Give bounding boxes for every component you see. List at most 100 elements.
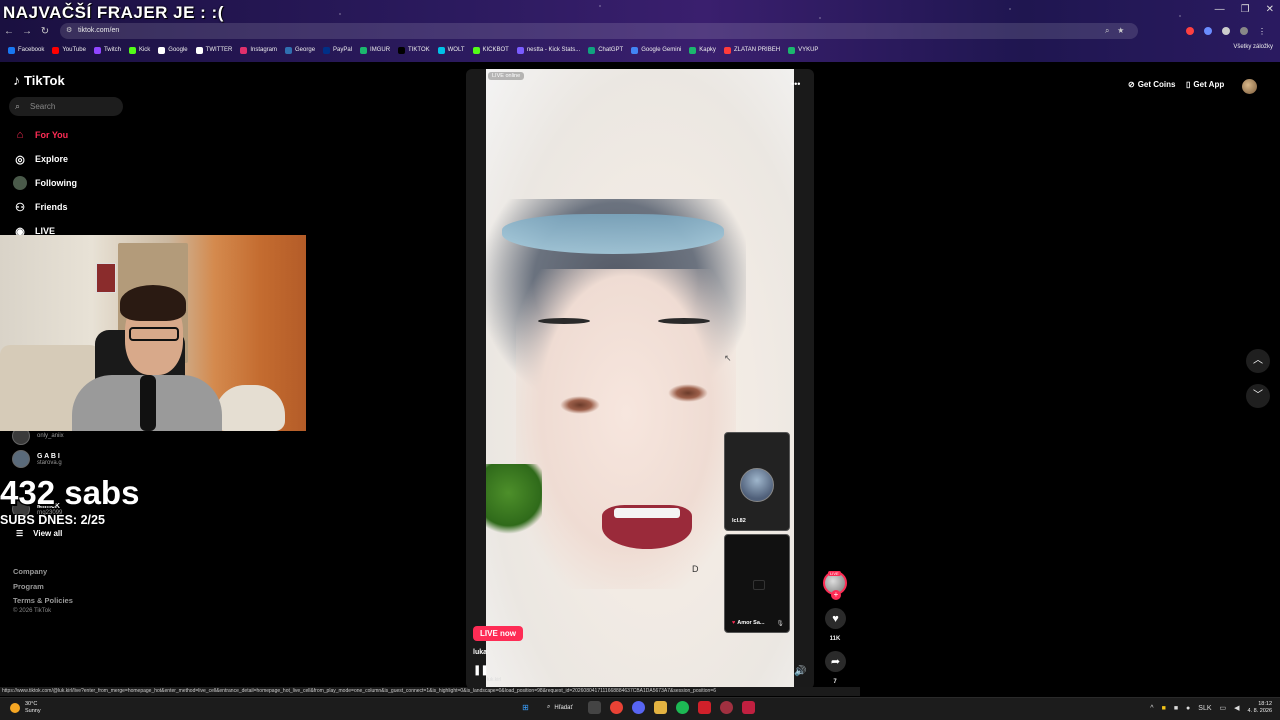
bookmark-item[interactable]: nestta - Kick Stats... [516,46,581,54]
language-indicator[interactable]: SLK [1198,705,1211,712]
extension-icon[interactable] [1222,27,1230,35]
discord-icon[interactable] [631,701,645,714]
obs-app-icon[interactable] [741,701,755,714]
network-icon[interactable]: ▭ [1220,704,1227,712]
creator-handle[interactable]: luk.kirl [487,677,501,683]
get-app-button[interactable]: ▯ Get App [1186,80,1224,89]
taskbar-search[interactable]: ⌕ Hľadať [541,704,579,711]
microphone [140,375,156,431]
spotify-icon[interactable] [675,701,689,714]
guest-tile[interactable]: lcl.82 [724,432,790,531]
bookmark-item[interactable]: Google [158,46,188,54]
live-online-badge: LIVE online [488,72,525,80]
bookmark-item[interactable]: TIKTOK [398,46,430,54]
footer-terms-link[interactable]: Terms & Policies [13,594,73,609]
minimize-icon[interactable]: — [1215,4,1225,15]
footer-company-link[interactable]: Company [13,565,73,580]
bookmark-favicon-icon [689,46,697,54]
bookmark-item[interactable]: Instagram [240,46,277,54]
bookmark-item[interactable]: Facebook [8,46,44,54]
bookmark-label: TIKTOK [408,47,430,53]
bookmark-label: VYKUP [798,47,819,53]
bookmark-favicon-icon [128,46,136,54]
windows-start-icon[interactable]: ⊞ [519,701,532,714]
bookmark-item[interactable]: Google Gemini [631,46,681,54]
like-heart-icon[interactable]: ♥ [825,608,846,629]
profile-avatar[interactable] [1242,79,1257,94]
taskbar-search-label: Hľadať [554,704,573,711]
creator-name[interactable]: luka [473,649,487,656]
bookmark-item[interactable]: ZLATAN PRIBEH [723,46,780,54]
bookmark-star-icon[interactable]: ⌕★ [1105,23,1132,39]
tiktok-note-icon: ♪ [13,72,20,88]
bookmark-favicon-icon [52,46,60,54]
bookmark-item[interactable]: ChatGPT [588,46,623,54]
search-input[interactable]: ⌕ Search [9,97,123,116]
close-icon[interactable]: ✕ [1266,4,1274,15]
mic-muted-icon: 🎙 [776,621,784,627]
video-eye [560,396,600,414]
browser-app-icon[interactable] [719,701,733,714]
video-plant [486,464,542,536]
bookmark-item[interactable]: IMGUR [360,46,390,54]
bookmark-label: nestta - Kick Stats... [526,47,581,53]
url-bar[interactable]: ⚙ tiktok.com/en ⌕★ [60,23,1138,39]
file-explorer-icon[interactable] [653,701,667,714]
task-view-icon[interactable] [587,701,601,714]
profile-icon[interactable] [1240,27,1248,35]
tray-app-icon[interactable]: ■ [1162,705,1166,712]
forward-icon[interactable]: → [18,26,36,37]
more-options-icon[interactable]: ••• [791,79,800,89]
footer-program-link[interactable]: Program [13,580,73,595]
app-icon[interactable] [697,701,711,714]
nav-explore[interactable]: ◎ Explore [13,152,68,166]
extension-icon[interactable] [1186,27,1194,35]
pause-icon[interactable]: ❚❚ [473,665,489,676]
maximize-icon[interactable]: ❐ [1241,4,1250,15]
speaker-icon[interactable]: ◀ [1234,704,1239,712]
bookmark-label: Kapky [699,47,716,53]
taskbar: 30°C Sunny ⊞ ⌕ Hľadať ^ ■ ■ ● SLK ▭ ◀ 18… [0,697,1280,720]
all-bookmarks-link[interactable]: Všetky záložky [1233,44,1273,50]
live-now-badge[interactable]: LIVE now [473,626,523,641]
followed-account[interactable]: G A B I starova.g [12,450,62,468]
nav-for-you[interactable]: ⌂ For You [13,128,69,142]
tray-app-icon[interactable]: ■ [1174,705,1178,712]
tiktok-logo[interactable]: ♪ TikTok [13,72,65,88]
bookmark-item[interactable]: KICKBOT [472,46,509,54]
follow-plus-icon[interactable]: + [831,590,841,600]
site-info-icon[interactable]: ⚙ [66,23,72,39]
time: 18:12 [1258,701,1272,707]
bookmark-item[interactable]: Twitch [93,46,121,54]
reload-icon[interactable]: ↻ [36,26,54,37]
bookmark-item[interactable]: YouTube [52,46,86,54]
temperature: 30°C [25,701,38,707]
bookmark-item[interactable]: VYKUP [788,46,819,54]
nav-following[interactable]: Following [13,176,77,190]
view-all-button[interactable]: ☰ View all [16,529,62,538]
share-arrow-icon[interactable]: ➦ [825,651,846,672]
back-icon[interactable]: ← [0,26,18,37]
bookmark-item[interactable]: Kapky [689,46,716,54]
bookmark-item[interactable]: Kick [128,46,151,54]
bookmark-item[interactable]: WOLT [437,46,465,54]
previous-video-chevron-up-icon[interactable]: ︿ [1246,349,1270,373]
menu-icon[interactable]: ⋮ [1258,27,1266,36]
get-coins-button[interactable]: ⊘ Get Coins [1128,80,1175,89]
sun-icon [10,703,20,713]
bookmark-item[interactable]: George [285,46,315,54]
guest-tile[interactable]: ♥ Amor Sa... 🎙 [724,534,790,633]
bookmark-item[interactable]: PayPal [323,46,352,54]
tray-chevron-up-icon[interactable]: ^ [1150,705,1153,712]
weather-widget[interactable]: 30°C Sunny [10,701,41,715]
chrome-icon[interactable] [609,701,623,714]
clock[interactable]: 18:12 4. 8. 2026 [1248,701,1272,715]
bookmark-item[interactable]: TWITTER [195,46,232,54]
tray-app-icon[interactable]: ● [1186,705,1190,712]
extension-icon[interactable] [1204,27,1212,35]
bookmark-label: Kick [138,47,151,53]
next-video-chevron-down-icon[interactable]: ﹀ [1246,384,1270,408]
live-tag: LIVE [828,571,841,576]
nav-friends[interactable]: ⚇ Friends [13,200,67,214]
volume-icon[interactable]: 🔊 [794,666,806,677]
